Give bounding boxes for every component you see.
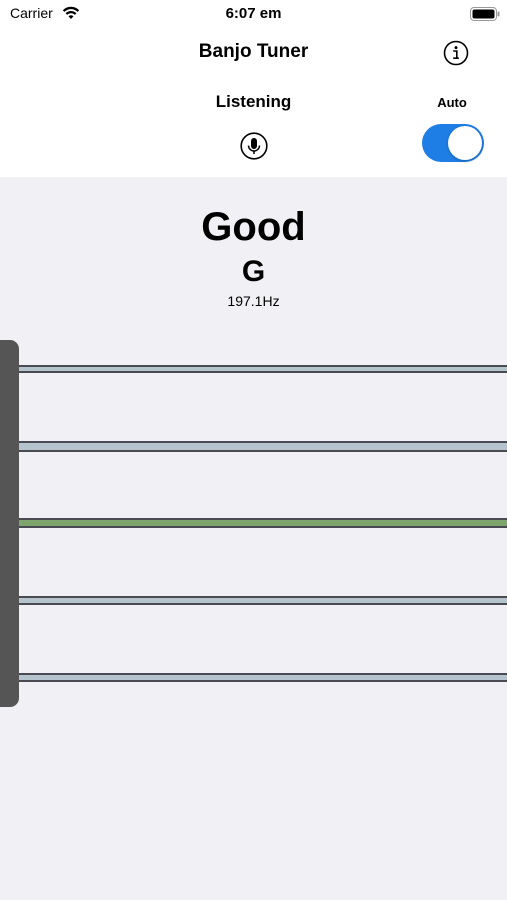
battery-icon: [470, 7, 500, 21]
tuning-status: Good: [201, 205, 306, 249]
info-icon[interactable]: [443, 40, 469, 66]
auto-label: Auto: [437, 95, 467, 110]
string-3[interactable]: [19, 518, 507, 528]
string-4[interactable]: [19, 596, 507, 605]
auto-toggle[interactable]: [422, 124, 484, 162]
string-2[interactable]: [19, 441, 507, 452]
string-5[interactable]: [19, 673, 507, 682]
status-bar: Carrier 6:07 em: [0, 0, 507, 28]
detected-note: G: [241, 255, 266, 288]
clock: 6:07 em: [225, 5, 282, 22]
microphone-icon[interactable]: [240, 132, 268, 160]
banjo-nut: [0, 340, 19, 707]
frequency-readout: 197.1Hz: [227, 293, 280, 309]
toggle-knob: [448, 126, 482, 160]
page-title: Banjo Tuner: [198, 41, 309, 62]
tuner-area: Good G 197.1Hz: [0, 177, 507, 900]
string-1[interactable]: [19, 365, 507, 373]
